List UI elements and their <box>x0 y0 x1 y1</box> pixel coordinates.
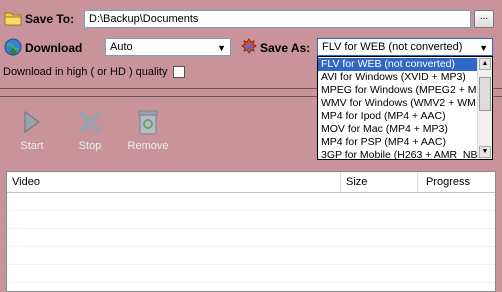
remove-button[interactable]: Remove <box>126 108 170 152</box>
format-option[interactable]: MP4 for PSP (MP4 + AAC) <box>318 136 478 149</box>
remove-label: Remove <box>127 140 169 152</box>
save-path-input[interactable]: D:\Backup\Documents <box>84 10 471 28</box>
folder-icon <box>4 10 22 26</box>
browse-button[interactable]: ... <box>474 10 494 28</box>
format-option[interactable]: WMV for Windows (WMV2 + WM <box>318 97 478 110</box>
download-mode-select[interactable]: Auto ▼ <box>105 38 231 56</box>
stop-label: Stop <box>78 140 102 152</box>
format-option[interactable]: FLV for WEB (not converted) <box>318 58 478 71</box>
column-size[interactable]: Size <box>341 172 418 192</box>
hd-quality-label: Download in high ( or HD ) quality <box>3 66 168 78</box>
scroll-down-icon[interactable]: ▼ <box>479 146 491 158</box>
format-option[interactable]: MPEG for Windows (MPEG2 + MP <box>318 84 478 97</box>
column-video[interactable]: Video <box>7 172 341 192</box>
start-button[interactable]: Start <box>10 108 54 152</box>
download-table[interactable]: Video Size Progress <box>6 171 496 292</box>
chevron-down-icon: ▼ <box>217 43 226 53</box>
table-header: Video Size Progress <box>7 172 495 193</box>
dropdown-scrollbar[interactable]: ▲ ▼ <box>477 57 492 159</box>
scroll-up-icon[interactable]: ▲ <box>479 58 491 70</box>
save-as-icon <box>240 38 258 56</box>
globe-download-icon <box>4 38 22 56</box>
format-option[interactable]: AVI for Windows (XVID + MP3) <box>318 71 478 84</box>
format-dropdown-list[interactable]: FLV for WEB (not converted) AVI for Wind… <box>317 56 493 160</box>
download-label: Download <box>25 41 83 55</box>
download-mode-value: Auto <box>110 41 133 53</box>
stop-button[interactable]: Stop <box>68 108 112 152</box>
format-selected-value: FLV for WEB (not converted) <box>322 41 463 53</box>
recycle-bin-icon <box>138 110 158 135</box>
play-icon <box>24 111 40 133</box>
format-option[interactable]: MOV for Mac (MP4 + MP3) <box>318 123 478 136</box>
format-select[interactable]: FLV for WEB (not converted) ▼ <box>317 38 493 56</box>
save-as-label: Save As: <box>260 41 311 55</box>
chevron-down-icon: ▼ <box>479 43 488 53</box>
row-divider <box>7 282 495 283</box>
start-label: Start <box>20 140 44 152</box>
hd-quality-checkbox[interactable] <box>173 66 185 78</box>
scrollbar-thumb[interactable] <box>479 77 491 111</box>
row-divider <box>7 246 495 247</box>
format-option[interactable]: 3GP for Mobile (H263 + AMR_NB <box>318 149 478 159</box>
x-icon <box>79 111 101 133</box>
format-option[interactable]: MP4 for Ipod (MP4 + AAC) <box>318 110 478 123</box>
save-to-label: Save To: <box>25 12 75 26</box>
row-divider <box>7 210 495 211</box>
row-divider <box>7 264 495 265</box>
row-divider <box>7 228 495 229</box>
column-progress[interactable]: Progress <box>418 172 495 192</box>
